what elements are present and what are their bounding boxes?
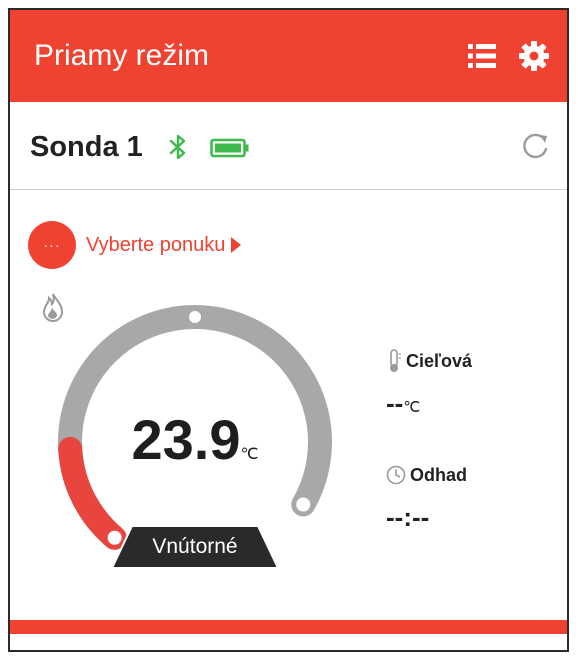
bluetooth-icon [169,134,186,160]
target-unit: ℃ [403,399,421,416]
select-menu-button[interactable]: ··· Vyberte ponuku [28,220,242,270]
device-name: Sonda 1 [30,131,143,163]
gauge-end-handle[interactable] [294,495,313,514]
target-temperature: Cieľová --℃ [386,348,472,423]
temperature-value: 23.9 [131,408,241,471]
gauge-top-marker [187,309,203,325]
sensor-type-text: Vnútorné [152,535,238,558]
play-arrow-icon [231,237,242,253]
current-temperature: 23.9℃ [40,408,350,472]
target-value: -- [386,388,404,418]
clock-icon [386,465,406,485]
list-icon [468,44,496,68]
app-header: Priamy režim [10,10,567,102]
list-button[interactable] [460,34,504,78]
target-label: Cieľová [406,350,472,371]
select-menu-label: Vyberte ponuku [86,234,226,256]
more-icon: ··· [28,221,76,269]
gear-icon [519,41,549,71]
temperature-gauge: 23.9℃ Vnútorné [40,292,350,582]
sensor-type-label[interactable]: Vnútorné [110,524,280,570]
page-title: Priamy režim [34,39,210,72]
estimate-value: --:-- [386,502,430,532]
estimate-label: Odhad [410,464,467,485]
refresh-icon[interactable] [518,130,552,164]
temperature-unit: ℃ [240,446,259,463]
thermometer-icon [390,349,401,372]
settings-button[interactable] [512,34,556,78]
flame-icon [42,293,64,322]
device-bar: Sonda 1 [10,102,567,190]
time-estimate: Odhad --:-- [386,462,467,533]
app-window: Priamy režim Sonda 1 ··· Vyberte ponuku … [8,8,569,652]
battery-full-icon [210,138,249,158]
bottom-accent-bar [10,620,567,634]
